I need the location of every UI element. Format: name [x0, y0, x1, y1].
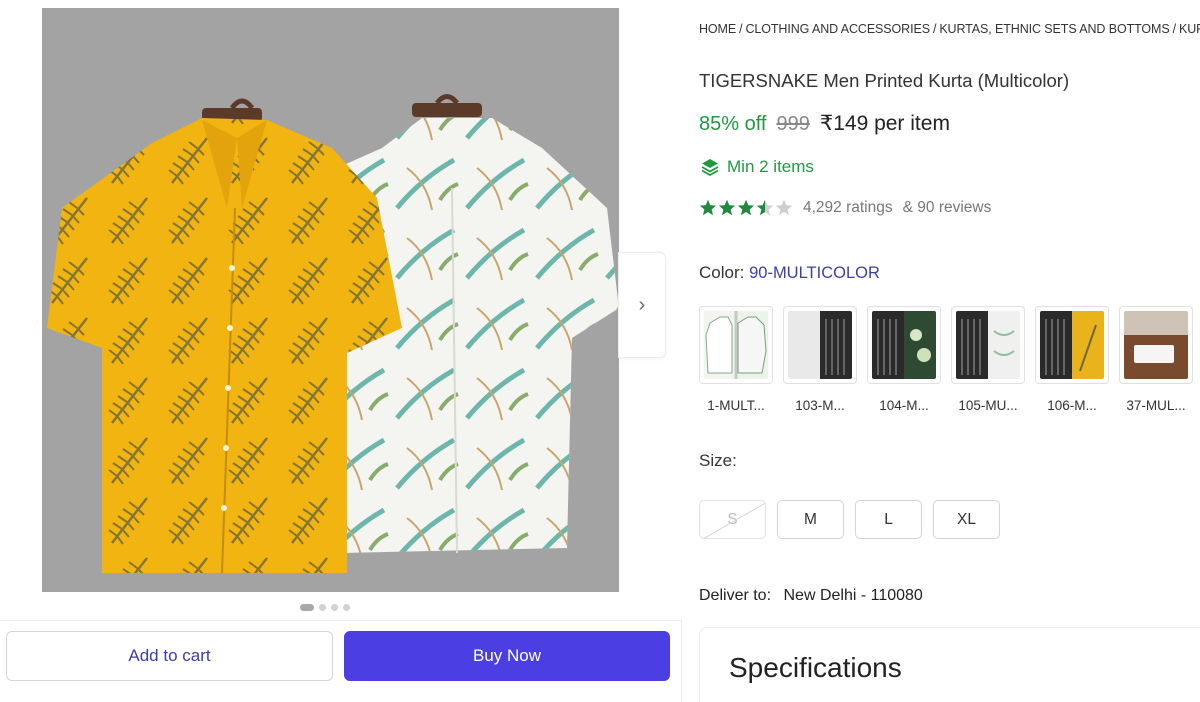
breadcrumb-item[interactable]: HOME — [699, 22, 736, 36]
star-icon — [775, 199, 793, 216]
carousel-dots — [300, 604, 350, 611]
color-option-label: 103-M... — [795, 398, 845, 413]
shirt-thumbnail-icon — [705, 316, 767, 374]
shirt-thumbnail-icon — [1134, 345, 1174, 363]
product-image[interactable] — [42, 8, 619, 592]
color-thumbnail[interactable] — [1119, 306, 1193, 384]
color-option[interactable]: 37-MUL... — [1119, 306, 1193, 413]
star-icon — [756, 199, 774, 216]
color-thumbnail[interactable] — [783, 306, 857, 384]
chevron-right-icon: › — [638, 293, 646, 316]
divider — [681, 620, 682, 702]
shirt-thumbnail-icon — [825, 319, 845, 375]
color-option[interactable]: 105-MU... — [951, 306, 1025, 413]
carousel-dot[interactable] — [300, 604, 314, 611]
price-row: 85% off 999 ₹149 per item — [699, 111, 950, 136]
shirt-thumbnail-icon — [877, 319, 931, 375]
star-icon — [699, 199, 717, 216]
min-items-text: Min 2 items — [727, 157, 814, 176]
color-thumbnail[interactable] — [1035, 306, 1109, 384]
carousel-dot[interactable] — [331, 604, 338, 611]
original-price: 999 — [776, 113, 810, 135]
breadcrumb-item[interactable]: KURT — [1179, 22, 1200, 36]
color-option-label: 37-MUL... — [1126, 398, 1186, 413]
size-options: S M L XL — [699, 500, 1000, 539]
carousel-dot[interactable] — [343, 604, 350, 611]
shirt-thumbnail-icon — [1045, 319, 1097, 375]
size-option-m[interactable]: M — [777, 500, 844, 539]
carousel-dot[interactable] — [319, 604, 326, 611]
delivery-label: Deliver to: — [699, 587, 772, 604]
size-option-s[interactable]: S — [699, 500, 766, 539]
color-option-label: 1-MULT... — [707, 398, 765, 413]
selling-price: ₹149 per item — [819, 112, 950, 135]
color-option[interactable]: 104-M... — [867, 306, 941, 413]
star-icon — [718, 199, 736, 216]
color-thumbnail[interactable] — [951, 306, 1025, 384]
delivery-location: New Delhi - 110080 — [783, 587, 923, 604]
rating-row[interactable]: 4,292 ratings & 90 reviews — [699, 199, 991, 217]
color-label: Color: 90-MULTICOLOR — [699, 263, 880, 283]
color-thumbnail[interactable] — [867, 306, 941, 384]
breadcrumb: HOME / CLOTHING AND ACCESSORIES / KURTAS, ET… — [699, 22, 1200, 36]
color-option-label: 105-MU... — [958, 398, 1018, 413]
add-to-cart-button[interactable]: Add to cart — [6, 631, 333, 681]
size-option-xl[interactable]: XL — [933, 500, 1000, 539]
next-image-button[interactable]: › — [618, 252, 666, 358]
color-label-text: Color: — [699, 263, 745, 282]
color-option-label: 106-M... — [1047, 398, 1097, 413]
ratings-count: 4,292 ratings — [803, 199, 893, 216]
delivery-info[interactable]: Deliver to: New Delhi - 110080 — [699, 587, 923, 605]
color-swatches: 1-MULT... 103-M... 104-M... 105-MU... 10… — [699, 306, 1193, 413]
color-option[interactable]: 106-M... — [1035, 306, 1109, 413]
specifications-heading: Specifications — [729, 652, 902, 683]
color-thumbnail[interactable] — [699, 306, 773, 384]
product-title: TIGERSNAKE Men Printed Kurta (Multicolor… — [699, 70, 1070, 91]
product-photo — [47, 94, 619, 574]
rating-stars — [699, 199, 793, 217]
discount-label: 85% off — [699, 113, 767, 135]
color-option[interactable]: 1-MULT... — [699, 306, 773, 413]
divider — [0, 620, 682, 621]
layers-icon — [701, 159, 719, 176]
color-option[interactable]: 103-M... — [783, 306, 857, 413]
star-icon — [737, 199, 755, 216]
breadcrumb-item[interactable]: KURTAS, ETHNIC SETS AND BOTTOMS — [939, 22, 1169, 36]
buy-now-button[interactable]: Buy Now — [344, 631, 670, 681]
breadcrumb-item[interactable]: CLOTHING AND ACCESSORIES — [745, 22, 930, 36]
selected-color: 90-MULTICOLOR — [749, 264, 880, 282]
min-items-badge: Min 2 items — [701, 157, 814, 177]
size-label: Size: — [699, 451, 737, 470]
size-option-l[interactable]: L — [855, 500, 922, 539]
reviews-count: & 90 reviews — [902, 199, 992, 216]
color-option-label: 104-M... — [879, 398, 929, 413]
shirt-thumbnail-icon — [961, 319, 1015, 375]
